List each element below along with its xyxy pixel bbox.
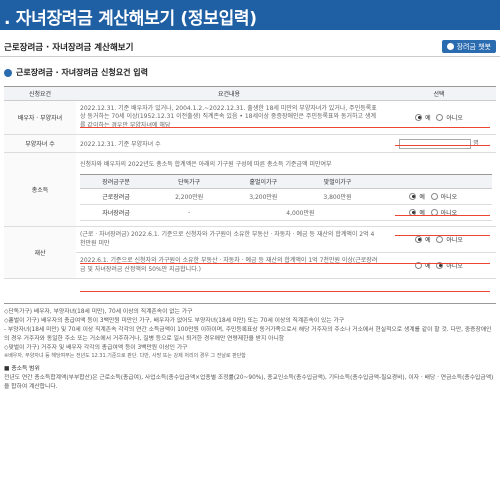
- requirements-table: 신청요건 요건내용 선택 배우자 · 부양자녀 2022.12.31. 기준 배…: [4, 86, 496, 279]
- column-header: 홑벌이가구: [226, 174, 301, 189]
- annotation-underline: [395, 215, 490, 216]
- annotation-underline: [80, 263, 490, 264]
- work-income-yes-option[interactable]: 예: [409, 192, 425, 201]
- note-small: ※배우자, 부양자녀 등 해당여부는 전년도 12.31.기준으로 판단. 다만…: [4, 352, 246, 359]
- income-criteria-table: 장려금구분 단독가구 홑벌이가구 맞벌이가구 근로장려금 2,200만원 3,2…: [80, 174, 492, 221]
- cell-value: 2,200만원: [152, 188, 227, 205]
- section-title-text: 근로장려금 · 자녀장려금 신청요건 입력: [16, 68, 148, 77]
- table-row-spouse: 배우자 · 부양자녀 2022.12.31. 기준 배우자가 있거나, 2004…: [4, 100, 496, 135]
- table-row-assets-2: 2022.6.1. 기준으로 신청자와 가구원이 소유한 부동산 · 자동차 ·…: [4, 252, 496, 279]
- notes-section: ◇단독가구) 배우자, 부양자녀(18세 미만), 70세 이상의 직계존속이 …: [4, 303, 496, 392]
- income-range-text: 전년도 연간 총소득합계액(부부합산)은 근로소득(총급여), 사업소득(총수입…: [4, 374, 494, 390]
- row-text: 2022.6.1. 기준으로 신청자와 가구원이 소유한 부동산 · 자동차 ·…: [76, 252, 382, 279]
- row-text: 2022.12.31. 기준 배우자가 있거나, 2004.1.2.~2022.…: [76, 100, 382, 135]
- radio-selected-icon: [415, 113, 423, 121]
- column-header: 선택: [382, 86, 496, 101]
- spouse-yes-option[interactable]: 예: [415, 113, 431, 122]
- column-header: 맞벌이가구: [300, 174, 375, 189]
- children-count-input[interactable]: [399, 138, 472, 149]
- cell-value: -: [152, 204, 227, 221]
- table-header-row: 신청요건 요건내용 선택: [4, 86, 496, 101]
- note-line: - 부양자녀(18세 미만) 및 70세 이상 직계존속 각각의 연간 소득금액…: [4, 326, 492, 342]
- column-header: 단독가구: [152, 174, 227, 189]
- breadcrumb: 근로장려금 · 자녀장려금 계산해보기: [4, 43, 134, 53]
- note-line: ◇맞벌이 가구) 거주자 및 배우자 각각의 총급여액 등이 3백만원 이상인 …: [4, 344, 188, 351]
- spouse-no-option[interactable]: 아니오: [436, 113, 463, 122]
- sub-header: 근로장려금 · 자녀장려금 계산해보기 장려금 챗봇: [0, 37, 500, 57]
- chatbot-button-label: 장려금 챗봇: [456, 42, 491, 51]
- column-header: 요건내용: [76, 86, 382, 101]
- page-title: . 자녀장려금 계산해보기 (정보입력): [4, 9, 257, 29]
- table-row: 자녀장려금 - 4,000만원 예 아니오: [80, 204, 492, 221]
- column-header: 신청요건: [4, 86, 76, 101]
- annotation-underline: [395, 235, 490, 236]
- row-label: 부양자녀 수: [4, 134, 76, 153]
- cell-value: 3,200만원: [226, 188, 301, 205]
- cell-value: 3,800만원: [300, 188, 375, 205]
- radio-selected-icon: [409, 192, 417, 200]
- section-title: 근로장려금 · 자녀장려금 신청요건 입력: [4, 67, 148, 78]
- row-text: 2022.12.31. 기준 부양자녀 수: [76, 134, 382, 153]
- table-row-children: 부양자녀 수 2022.12.31. 기준 부양자녀 수 명: [4, 134, 496, 153]
- note-line: ◇홑벌이 가구) 배우자의 총급여액 등이 3백만원 미만인 가구, 배우자가 …: [4, 317, 345, 324]
- row-label: 재산: [4, 226, 76, 279]
- radio-selected-icon: [415, 235, 423, 243]
- column-header: 장려금구분: [80, 174, 153, 189]
- radio-icon: [436, 235, 444, 243]
- row-label: 배우자 · 부양자녀: [4, 100, 76, 135]
- table-row: 근로장려금 2,200만원 3,200만원 3,800만원 예 아니오: [80, 188, 492, 205]
- row-text: (근로 · 자녀장려금) 2022.6.1. 기준으로 신청자와 가구원이 소유…: [76, 226, 382, 253]
- row-text: 신청자와 배우자의 2022년도 총소득 합계액은 아래의 가구원 구성에 따른…: [80, 161, 332, 168]
- annotation-underline: [395, 145, 490, 146]
- cell-name: 근로장려금: [80, 188, 153, 205]
- radio-icon: [430, 192, 438, 200]
- cell-value: 4,000만원: [226, 204, 375, 221]
- annotation-underline: [80, 127, 490, 128]
- cell-name: 자녀장려금: [80, 204, 153, 221]
- inner-header-row: 장려금구분 단독가구 홑벌이가구 맞벌이가구: [80, 174, 492, 189]
- income-range-heading: ■ 총소득 범위: [4, 365, 40, 372]
- page-header: . 자녀장려금 계산해보기 (정보입력): [0, 0, 500, 30]
- radio-icon: [436, 113, 444, 121]
- chatbot-button[interactable]: 장려금 챗봇: [441, 40, 496, 53]
- assets-high-yes-option[interactable]: 예: [415, 261, 431, 270]
- annotation-underline: [80, 291, 490, 292]
- chatbot-icon: [446, 43, 454, 50]
- note-line: ◇단독가구) 배우자, 부양자녀(18세 미만), 70세 이상의 직계존속이 …: [4, 309, 193, 315]
- bullet-icon: [4, 68, 12, 77]
- row-label: 총소득: [4, 152, 76, 227]
- work-income-no-option[interactable]: 아니오: [430, 192, 457, 201]
- assets-high-no-option[interactable]: 아니오: [436, 261, 463, 270]
- count-unit: 명: [473, 140, 479, 148]
- table-row-assets-1: 재산 (근로 · 자녀장려금) 2022.6.1. 기준으로 신청자와 가구원이…: [4, 226, 496, 279]
